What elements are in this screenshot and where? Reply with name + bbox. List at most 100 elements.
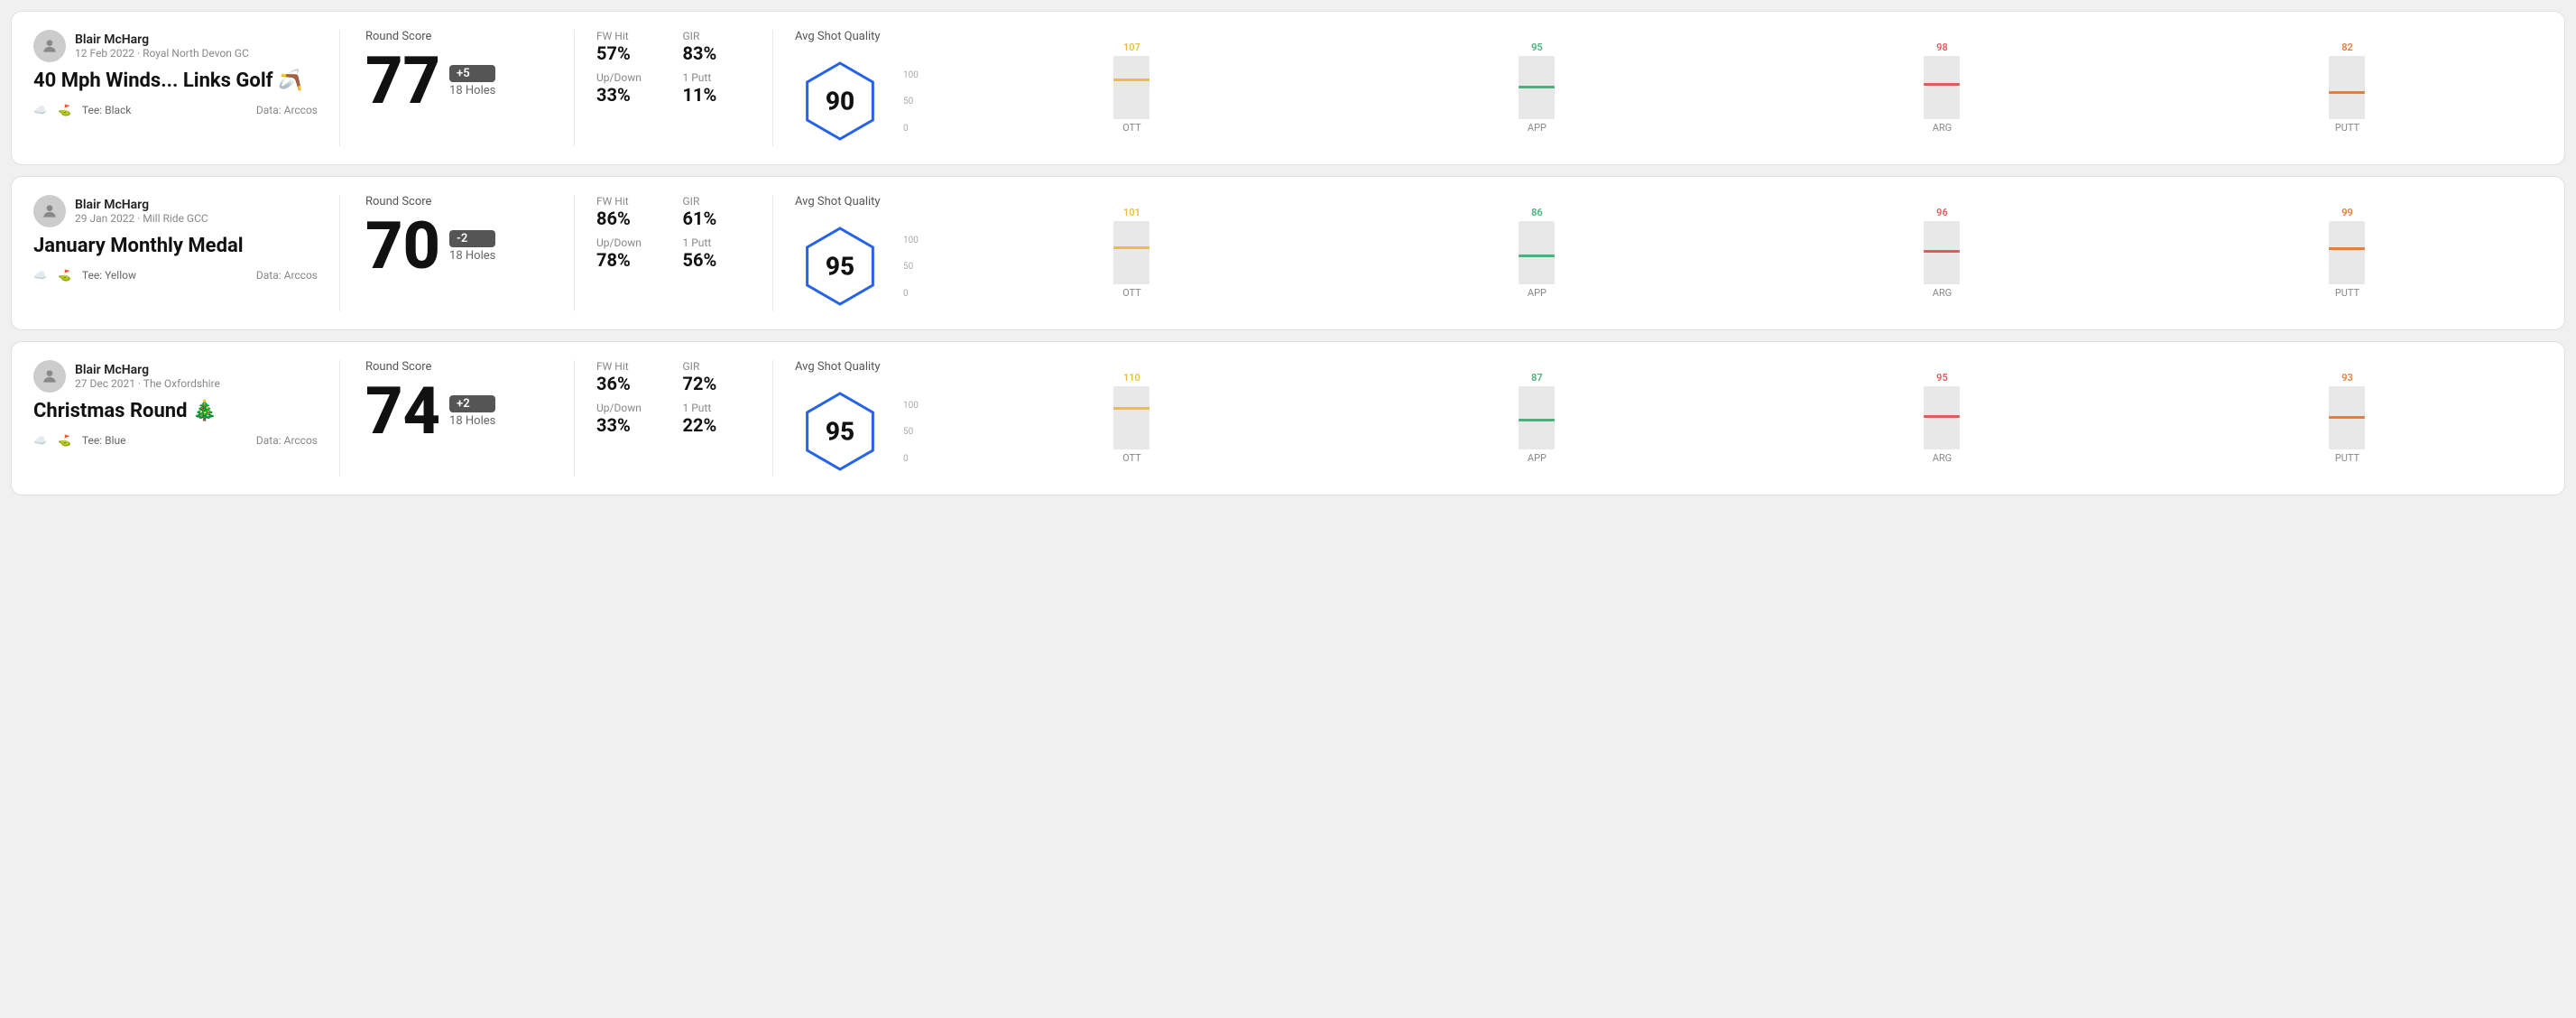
score-badge-3: +2 18 Holes <box>449 395 495 428</box>
bar-group-ott: 101 OTT <box>937 207 1327 299</box>
bar-group-arg: 96 ARG <box>1747 207 2137 299</box>
bar-value-putt: 99 <box>2341 207 2353 218</box>
bar-wrapper-app <box>1519 221 1555 284</box>
bar-label-putt: PUTT <box>2335 287 2359 299</box>
user-info-2: Blair McHarg 29 Jan 2022 · Mill Ride GCC <box>75 198 208 225</box>
bar-value-ott: 101 <box>1123 207 1140 218</box>
bar-label-app: APP <box>1528 287 1547 299</box>
bar-line-arg <box>1924 415 1960 418</box>
quality-section-3: Avg Shot Quality 95 100 50 0 110 OTT <box>773 360 2543 477</box>
bar-line-ott <box>1113 246 1150 249</box>
hex-score-1: 90 <box>826 87 854 116</box>
quality-label-2: Avg Shot Quality <box>795 195 881 208</box>
bar-label-ott: OTT <box>1122 452 1141 464</box>
user-row-1: Blair McHarg 12 Feb 2022 · Royal North D… <box>33 30 318 62</box>
stats-section-3: FW Hit 36% GIR 72% Up/Down 33% 1 Putt 22… <box>575 360 773 477</box>
bar-value-putt: 93 <box>2341 372 2353 384</box>
updown-label-1: Up/Down <box>596 71 665 84</box>
hex-container-3: 95 <box>795 386 885 477</box>
holes-label-2: 18 Holes <box>449 249 495 263</box>
fw-hit-item-1: FW Hit 57% <box>596 30 665 64</box>
person-icon <box>41 367 59 385</box>
fw-hit-value-3: 36% <box>596 373 665 394</box>
stats-section-1: FW Hit 57% GIR 83% Up/Down 33% 1 Putt 11… <box>575 30 773 146</box>
updown-value-1: 33% <box>596 84 665 106</box>
bar-value-app: 86 <box>1531 207 1543 218</box>
gir-label-1: GIR <box>683 30 752 42</box>
gir-value-3: 72% <box>683 373 752 394</box>
fw-hit-value-1: 57% <box>596 42 665 64</box>
bar-fill-arg <box>1924 86 1960 118</box>
gir-label-3: GIR <box>683 360 752 373</box>
tee-row-2: ☁️ ⛳ Tee: Yellow Data: Arccos <box>33 269 318 282</box>
holes-label-1: 18 Holes <box>449 84 495 97</box>
cart-icon-2: ⛳ <box>58 269 71 282</box>
bar-line-app <box>1519 255 1555 257</box>
cart-icon-3: ⛳ <box>58 434 71 447</box>
round-score-label-1: Round Score <box>365 30 549 43</box>
oneputt-item-3: 1 Putt 22% <box>683 402 752 436</box>
bar-label-arg: ARG <box>1933 287 1952 299</box>
avatar-1 <box>33 30 66 62</box>
bar-wrapper-app <box>1519 386 1555 449</box>
fw-hit-label-3: FW Hit <box>596 360 665 373</box>
score-row-1: 77 +5 18 Holes <box>365 49 549 114</box>
quality-left-1: Avg Shot Quality 90 <box>795 30 885 146</box>
score-row-2: 70 -2 18 Holes <box>365 214 549 279</box>
avatar-3 <box>33 360 66 393</box>
quality-label-3: Avg Shot Quality <box>795 360 881 374</box>
tee-row-3: ☁️ ⛳ Tee: Blue Data: Arccos <box>33 434 318 447</box>
data-source-2: Data: Arccos <box>256 269 318 282</box>
bar-fill-arg <box>1924 253 1960 284</box>
tee-label-2: Tee: Yellow <box>82 269 136 282</box>
bar-line-ott <box>1113 407 1150 410</box>
gir-value-2: 61% <box>683 208 752 229</box>
oneputt-item-2: 1 Putt 56% <box>683 236 752 271</box>
left-section-2: Blair McHarg 29 Jan 2022 · Mill Ride GCC… <box>33 195 340 311</box>
left-section-3: Blair McHarg 27 Dec 2021 · The Oxfordshi… <box>33 360 340 477</box>
score-row-3: 74 +2 18 Holes <box>365 379 549 444</box>
bar-group-ott: 107 OTT <box>937 42 1327 134</box>
bar-line-putt <box>2329 416 2365 419</box>
oneputt-label-1: 1 Putt <box>683 71 752 84</box>
tee-label-1: Tee: Black <box>82 104 131 116</box>
quality-section-1: Avg Shot Quality 90 100 50 0 107 OTT <box>773 30 2543 146</box>
cloud-icon-1: ☁️ <box>33 104 47 116</box>
bar-group-ott: 110 OTT <box>937 372 1327 464</box>
oneputt-value-1: 11% <box>683 84 752 106</box>
score-section-3: Round Score 74 +2 18 Holes <box>340 360 575 477</box>
bar-wrapper-putt <box>2329 56 2365 119</box>
user-name-2: Blair McHarg <box>75 198 208 212</box>
fw-hit-item-3: FW Hit 36% <box>596 360 665 394</box>
bar-group-putt: 99 PUTT <box>2152 207 2543 299</box>
y-axis-labels: 100 50 0 <box>903 70 919 134</box>
bar-wrapper-arg <box>1924 386 1960 449</box>
bar-line-putt <box>2329 91 2365 94</box>
user-date-3: 27 Dec 2021 · The Oxfordshire <box>75 377 220 390</box>
data-source-3: Data: Arccos <box>256 434 318 447</box>
bar-fill-putt <box>2329 94 2365 119</box>
diff-badge-3: +2 <box>449 395 495 412</box>
tee-label-3: Tee: Blue <box>82 434 126 447</box>
updown-item-1: Up/Down 33% <box>596 71 665 106</box>
oneputt-label-3: 1 Putt <box>683 402 752 414</box>
bar-wrapper-putt <box>2329 386 2365 449</box>
bar-fill-arg <box>1924 418 1960 449</box>
bar-line-ott <box>1113 79 1150 81</box>
bar-label-app: APP <box>1528 122 1547 134</box>
bar-fill-putt <box>2329 419 2365 449</box>
tee-info-3: ☁️ ⛳ Tee: Blue <box>33 434 125 447</box>
bar-value-arg: 96 <box>1936 207 1948 218</box>
round-title-2: January Monthly Medal <box>33 235 318 258</box>
bar-fill-ott <box>1113 81 1150 119</box>
updown-label-2: Up/Down <box>596 236 665 249</box>
bar-label-putt: PUTT <box>2335 452 2359 464</box>
quality-section-2: Avg Shot Quality 95 100 50 0 101 OTT <box>773 195 2543 311</box>
bar-fill-ott <box>1113 249 1150 284</box>
round-title-3: Christmas Round 🎄 <box>33 400 318 423</box>
hex-score-2: 95 <box>826 252 854 282</box>
holes-label-3: 18 Holes <box>449 414 495 428</box>
bar-value-ott: 110 <box>1123 372 1140 384</box>
bar-group-app: 86 APP <box>1342 207 1732 299</box>
bar-group-putt: 82 PUTT <box>2152 42 2543 134</box>
